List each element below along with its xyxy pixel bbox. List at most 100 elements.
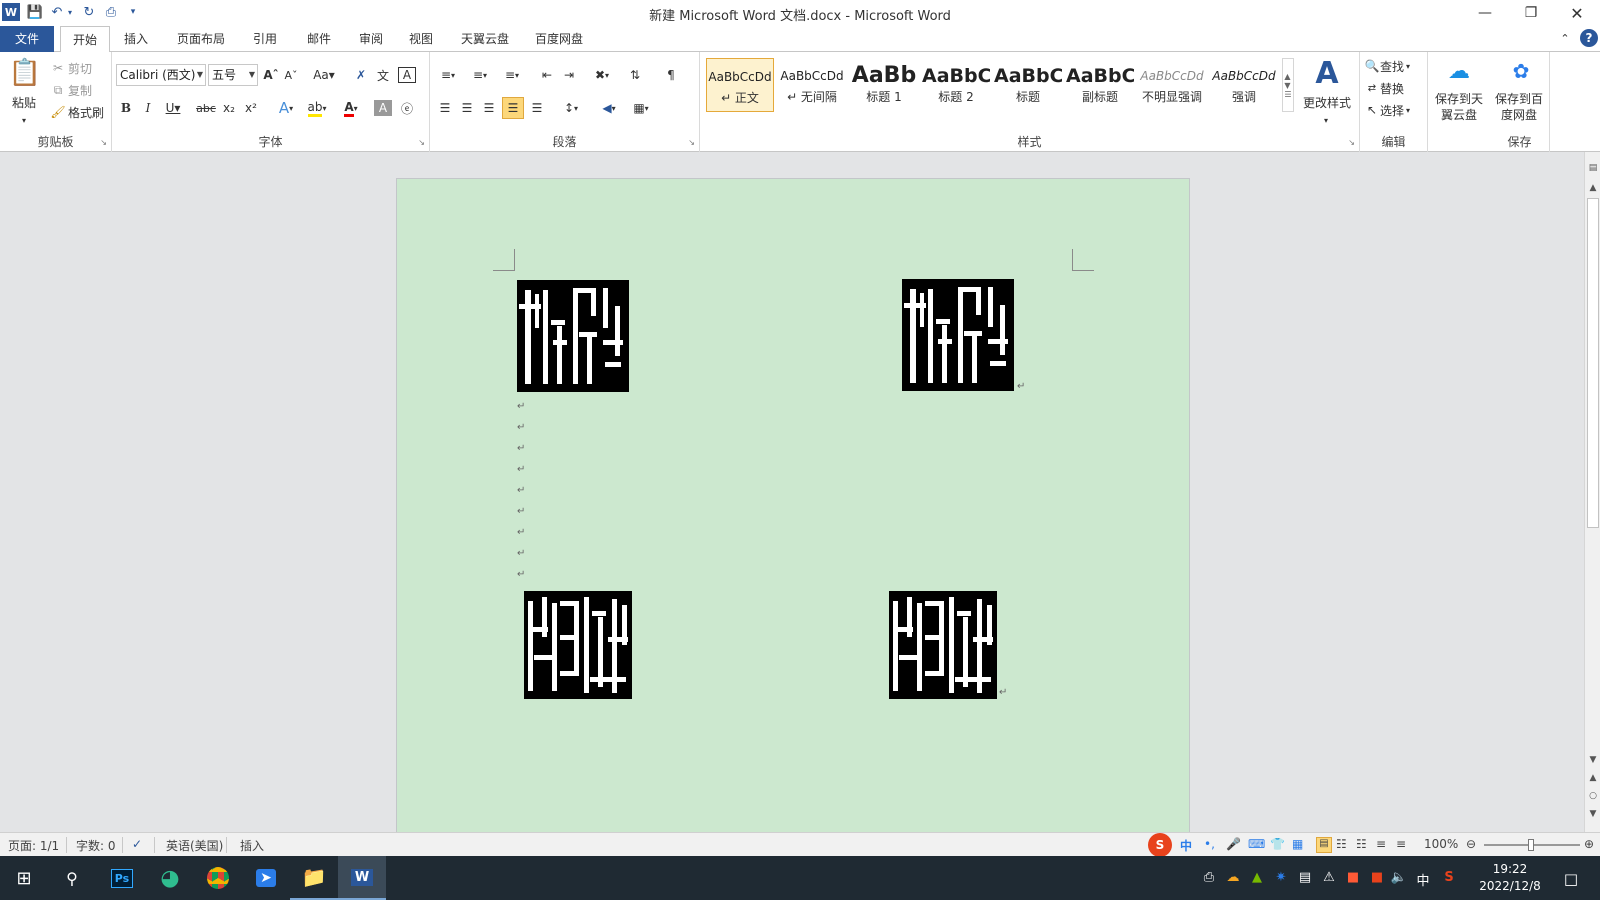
clipboard-launcher-icon[interactable]: ↘ — [100, 138, 107, 147]
tab-home[interactable]: 开始 — [60, 26, 110, 53]
copy-button[interactable]: 复制 — [68, 80, 98, 100]
photoshop-icon[interactable]: Ps — [98, 856, 146, 900]
bluetooth-tray-icon[interactable]: ✷ — [1272, 870, 1290, 885]
select-icon[interactable]: ↖ — [1364, 100, 1380, 120]
zoom-level[interactable]: 100% — [1424, 837, 1458, 851]
replace-button[interactable]: 替换 — [1380, 78, 1420, 98]
edge-icon[interactable]: ◕ — [146, 856, 194, 900]
nvidia-tray-icon[interactable]: ▲ — [1248, 870, 1266, 885]
tab-review[interactable]: 审阅 — [350, 26, 392, 52]
paste-icon[interactable]: 📋 — [8, 56, 42, 90]
text-effects-icon[interactable]: A ▾ — [274, 98, 298, 118]
cut-button[interactable]: 剪切 — [68, 58, 98, 78]
printer-tray-icon[interactable]: ⎙ — [1200, 870, 1218, 885]
word-count[interactable]: 字数: 0 — [76, 837, 116, 854]
tab-references[interactable]: 引用 — [244, 26, 286, 52]
baidu-netdisk-icon[interactable]: ✿ — [1506, 56, 1536, 86]
restore-button[interactable]: ❐ — [1508, 0, 1554, 26]
underline-icon[interactable]: U▾ — [162, 98, 184, 118]
paste-dropdown-icon[interactable]: ▾ — [18, 110, 30, 130]
numbering-icon[interactable]: ≡ ▾ — [468, 65, 492, 85]
document-page[interactable]: ↵ ↵ ↵ ↵ ↵ ↵ ↵ ↵ ↵ ↵ ↵ — [396, 178, 1190, 832]
close-button[interactable]: ✕ — [1554, 0, 1600, 26]
multilevel-list-icon[interactable]: ≡ ▾ — [500, 65, 524, 85]
change-styles-icon[interactable]: A — [1300, 56, 1354, 91]
tianyi-cloud-icon[interactable]: ☁ — [1444, 56, 1474, 86]
vertical-scrollbar[interactable]: ▤ ▲ ▼ ▲ ○ ▼ — [1584, 152, 1600, 832]
tab-baidu-netdisk[interactable]: 百度网盘 — [528, 26, 590, 52]
italic-icon[interactable]: I — [140, 98, 156, 118]
decrease-indent-icon[interactable]: ⇤ — [538, 65, 556, 85]
document-workspace[interactable]: ↵ ↵ ↵ ↵ ↵ ↵ ↵ ↵ ↵ ↵ ↵ — [0, 152, 1584, 832]
skin-icon[interactable]: 👕 — [1270, 837, 1285, 851]
font-name-dropdown[interactable]: Calibri (西文) ▼ — [116, 64, 206, 86]
find-icon[interactable]: 🔍 — [1364, 56, 1380, 76]
subscript-icon[interactable]: x₂ — [220, 98, 238, 118]
cut-icon[interactable]: ✂ — [50, 58, 66, 78]
save-to-baidu-button[interactable]: 保存到百度网盘 — [1490, 90, 1548, 124]
minimize-button[interactable]: — — [1462, 0, 1508, 26]
font-color-icon[interactable]: A ▾ — [338, 98, 364, 118]
bold-icon[interactable]: B — [118, 98, 134, 118]
print-layout-view-icon[interactable]: ▤ — [1316, 837, 1332, 853]
style-heading-2[interactable]: AaBbC 标题 2 — [922, 58, 990, 112]
style-no-spacing[interactable]: AaBbCcDd ↵ 无间隔 — [778, 58, 846, 112]
change-styles-button[interactable]: 更改样式 — [1296, 92, 1358, 112]
notification-icon[interactable]: □ — [1562, 870, 1580, 888]
draft-view-icon[interactable]: ≡ — [1396, 837, 1406, 851]
search-icon[interactable]: ⚲ — [48, 856, 96, 900]
enclose-characters-icon[interactable]: ⓔ — [398, 98, 416, 118]
full-screen-reading-icon[interactable]: ☷ — [1336, 837, 1347, 851]
phonetic-guide-icon[interactable]: 文 — [374, 65, 392, 85]
cloud-tray-icon[interactable]: ☁ — [1224, 870, 1242, 885]
outline-view-icon[interactable]: ≡ — [1376, 837, 1386, 851]
superscript-icon[interactable]: x² — [242, 98, 260, 118]
proofing-icon[interactable]: ✓ — [132, 837, 142, 851]
bullets-icon[interactable]: ≡ ▾ — [436, 65, 460, 85]
chrome-icon[interactable] — [194, 856, 242, 900]
clear-formatting-icon[interactable]: ✗ — [352, 65, 370, 85]
align-right-icon[interactable]: ☰ — [480, 98, 498, 118]
chinese-layout-icon[interactable]: ✖ ▾ — [590, 65, 614, 85]
seal-image[interactable] — [524, 591, 632, 699]
grow-font-icon[interactable]: Aˆ — [262, 65, 280, 85]
scrollbar-thumb[interactable] — [1587, 198, 1599, 528]
feishu-icon[interactable]: ➤ — [242, 856, 290, 900]
help-icon[interactable]: ? — [1580, 29, 1598, 47]
microphone-icon[interactable]: 🎤 — [1226, 837, 1241, 851]
line-spacing-icon[interactable]: ↕ ▾ — [558, 98, 584, 118]
replace-icon[interactable]: ⇄ — [1364, 78, 1380, 98]
sort-icon[interactable]: ⇅ — [626, 65, 644, 85]
character-border-icon[interactable]: A — [398, 67, 416, 83]
seal-image[interactable] — [902, 279, 1014, 391]
font-size-dropdown[interactable]: 五号 ▼ — [208, 64, 258, 86]
style-subtitle[interactable]: AaBbC 副标题 — [1066, 58, 1134, 112]
network-tray-icon[interactable]: ▤ — [1296, 870, 1314, 885]
next-page-icon[interactable]: ▼ — [1585, 806, 1600, 822]
select-button[interactable]: 选择 ▾ — [1380, 100, 1426, 120]
font-launcher-icon[interactable]: ↘ — [418, 138, 425, 147]
scroll-down-icon[interactable]: ▼ — [1585, 752, 1600, 768]
style-heading-1[interactable]: AaBb 标题 1 — [850, 58, 918, 112]
character-shading-icon[interactable]: A — [374, 100, 392, 116]
start-button[interactable]: ⊞ — [0, 856, 48, 900]
change-styles-dropdown-icon[interactable]: ▾ — [1320, 110, 1332, 130]
zoom-slider-thumb[interactable] — [1528, 839, 1534, 851]
browse-object-icon[interactable]: ○ — [1585, 788, 1600, 804]
word-taskbar-icon[interactable]: W — [338, 856, 386, 900]
previous-page-icon[interactable]: ▲ — [1585, 770, 1600, 786]
change-case-icon[interactable]: Aa▾ — [312, 65, 336, 85]
wps-tray-icon[interactable]: ■ — [1368, 870, 1386, 885]
style-emphasis[interactable]: AaBbCcDd 强调 — [1210, 58, 1278, 112]
distributed-icon[interactable]: ☰ — [528, 98, 546, 118]
ruler-toggle-icon[interactable]: ▤ — [1585, 160, 1600, 176]
style-title[interactable]: AaBbC 标题 — [994, 58, 1062, 112]
tab-file[interactable]: 文件 — [0, 26, 54, 52]
security-tray-icon[interactable]: ⚠ — [1320, 870, 1338, 885]
ime-mode[interactable]: 中 — [1180, 837, 1192, 854]
file-explorer-icon[interactable]: 📁 — [290, 856, 338, 900]
justify-icon[interactable]: ☰ — [502, 97, 524, 119]
styles-launcher-icon[interactable]: ↘ — [1348, 138, 1355, 147]
sogou-tray-icon[interactable]: S — [1440, 870, 1458, 885]
strikethrough-icon[interactable]: abc — [196, 98, 216, 118]
